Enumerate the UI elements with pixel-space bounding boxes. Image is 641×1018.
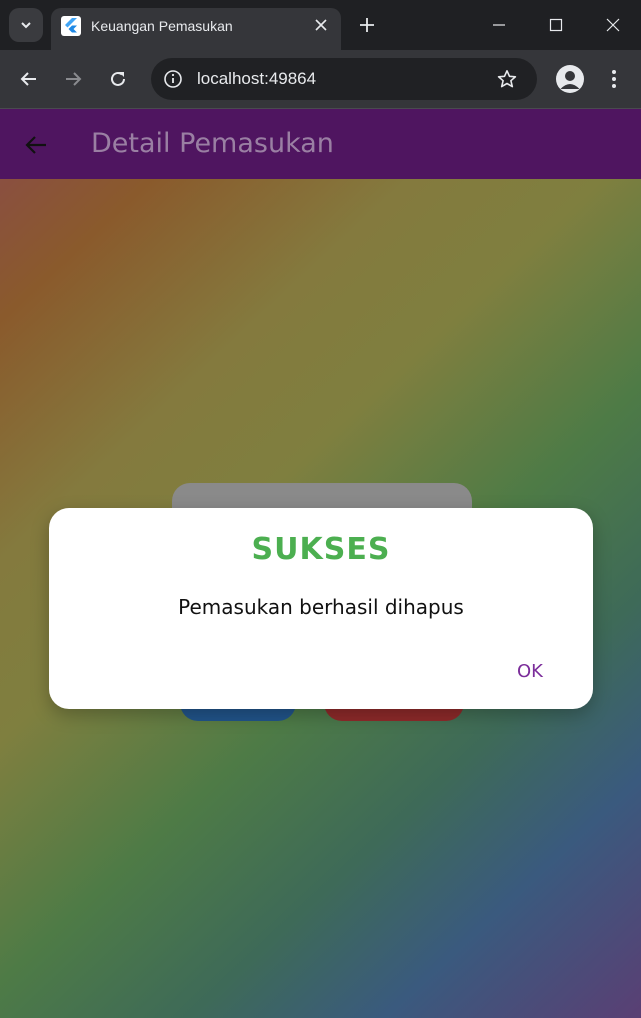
url-text[interactable]: localhost:49864 — [197, 68, 316, 90]
address-bar[interactable]: localhost:49864 — [151, 58, 537, 100]
arrow-left-icon — [25, 136, 46, 154]
tab-title: Keuangan Pemasukan — [91, 18, 233, 34]
plus-icon — [360, 18, 374, 32]
minimize-icon — [493, 24, 505, 26]
star-icon — [497, 70, 517, 88]
tab-search-button[interactable] — [9, 8, 43, 42]
app-back-button[interactable] — [20, 129, 52, 161]
maximize-button[interactable] — [541, 10, 571, 40]
maximize-icon — [549, 18, 563, 32]
ok-button[interactable]: OK — [507, 658, 553, 686]
dialog-message: Pemasukan berhasil dihapus — [178, 595, 464, 619]
profile-button[interactable] — [556, 65, 584, 93]
reload-icon — [111, 71, 125, 86]
arrow-left-icon — [20, 72, 36, 86]
flutter-icon — [61, 16, 81, 36]
info-icon[interactable] — [161, 67, 185, 91]
chevron-down-icon — [21, 22, 31, 29]
page-title: Detail Pemasukan — [91, 128, 334, 159]
back-button[interactable] — [15, 65, 43, 93]
person-icon — [560, 71, 580, 89]
success-dialog: SUKSES Pemasukan berhasil dihapus OK — [49, 508, 593, 709]
tab-close-button[interactable] — [311, 15, 331, 35]
close-icon — [315, 19, 327, 31]
app-viewport: Detail Pemasukan SUKSES Pemasukan berhas… — [0, 109, 641, 1018]
new-tab-button[interactable] — [355, 13, 379, 37]
bookmark-star-button[interactable] — [495, 67, 519, 91]
close-icon — [606, 18, 620, 32]
dialog-title: SUKSES — [251, 532, 391, 567]
browser-menu-button[interactable] — [604, 65, 624, 93]
browser-tab-strip: Keuangan Pemasukan — [0, 0, 641, 50]
reload-button[interactable] — [104, 65, 132, 93]
minimize-button[interactable] — [484, 10, 514, 40]
app-bar: Detail Pemasukan — [0, 109, 641, 179]
close-window-button[interactable] — [598, 10, 628, 40]
arrow-right-icon — [66, 72, 82, 86]
forward-button[interactable] — [59, 65, 87, 93]
browser-tab[interactable]: Keuangan Pemasukan — [51, 8, 341, 50]
browser-toolbar: localhost:49864 — [0, 50, 641, 109]
kebab-menu-icon — [612, 70, 616, 88]
